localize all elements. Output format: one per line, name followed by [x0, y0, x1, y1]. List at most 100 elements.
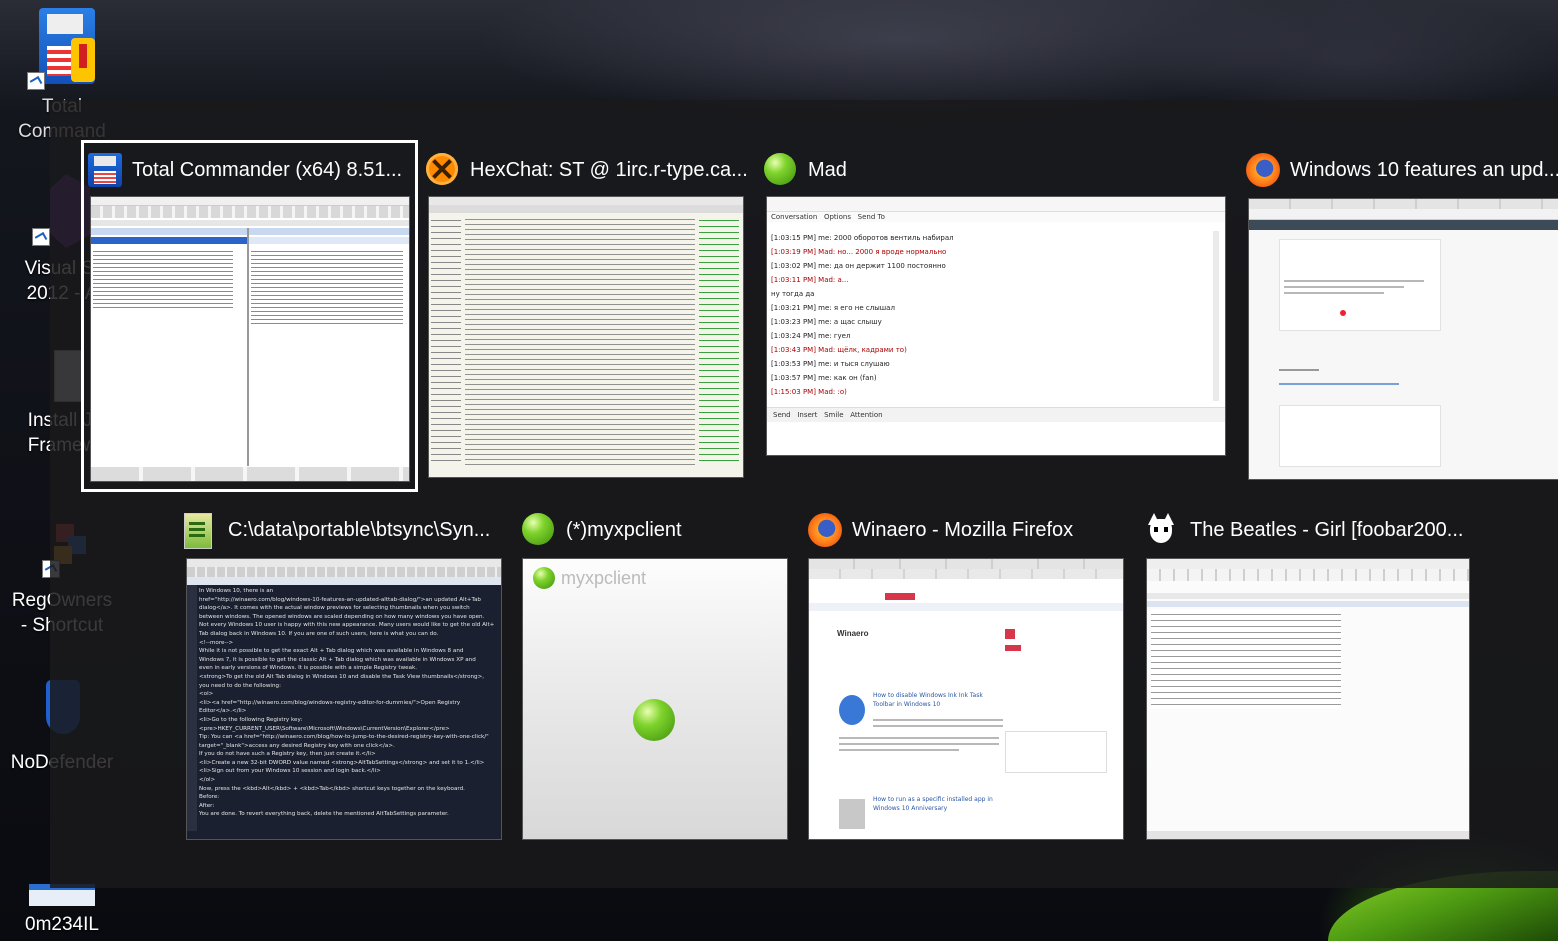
foobar-icon [1146, 513, 1180, 547]
chat-menu-bar: Conversation Options Send To [767, 212, 1225, 222]
chat-message: [1:03:02 PM] me: да он держит 1100 посто… [771, 262, 946, 270]
window-thumbnail: Winaero How to disable Windows Ink Ink T… [808, 558, 1124, 840]
task-switcher: Total Commander (x64) 8.51... HexChat: S… [50, 100, 1558, 888]
chat-input[interactable] [767, 423, 1225, 453]
window-tile-hexchat[interactable]: HexChat: ST @ 1irc.r-type.ca... [426, 148, 748, 488]
editor-line: In Windows 10, there is an [199, 588, 274, 594]
smile-button[interactable]: Smile [824, 411, 843, 419]
window-tile-total-commander[interactable]: Total Commander (x64) 8.51... [88, 148, 410, 488]
window-thumbnail: In Windows 10, there is an href="http://… [186, 558, 502, 840]
desktop-icon-screenshot[interactable]: 0m234IL [8, 882, 116, 937]
chat-message: [1:03:24 PM] me: гуел [771, 332, 851, 340]
editor-line: <strong>To get the old Alt Tab dialog in… [199, 673, 485, 680]
total-commander-icon [27, 8, 97, 90]
editor-line: Windows 7, it is possible to get the cla… [199, 656, 476, 663]
editor-line: Tab dialog back in Windows 10. If you ar… [199, 630, 439, 637]
chat-message: [1:15:03 PM] Mad: :о) [771, 388, 847, 396]
chat-message: [1:03:11 PM] Mad: а... [771, 276, 849, 284]
send-button[interactable]: Send [773, 411, 791, 419]
chat-message: [1:03:19 PM] Mad: но... 2000 я вроде нор… [771, 248, 947, 256]
editor-line: While it is not possible to get the exac… [199, 648, 464, 655]
editor-line: even in early versions of Windows. It is… [199, 665, 418, 672]
green-ball-icon [522, 513, 556, 547]
green-ball-icon [764, 153, 798, 187]
window-thumbnail [90, 196, 410, 482]
chat-toolbar: Send Insert Smile Attention [767, 407, 1225, 422]
winaero-site-title: Winaero [837, 629, 869, 638]
window-title-bar: The Beatles - Girl [foobar200... [1146, 508, 1463, 552]
chat-message: [1:03:43 PM] Mad: щёлк, кадрами то) [771, 346, 907, 354]
editor-line: <li>Create a new 32-bit DWORD value name… [199, 759, 485, 766]
chat-message: ну тогда да [771, 290, 815, 298]
window-tile-winaero[interactable]: Winaero - Mozilla Firefox Winaero How to… [808, 508, 1128, 848]
article-link[interactable]: How to run as a specific installed app i… [873, 795, 1003, 813]
notepad-icon [184, 513, 218, 549]
article-link[interactable]: How to disable Windows Ink Ink Task Tool… [873, 691, 983, 709]
desktop-icon-label-line1: 0m234IL [25, 914, 99, 935]
floppy-disk-icon [88, 153, 122, 187]
editor-line: target="_blank">access any desired Regis… [199, 742, 395, 749]
insert-button[interactable]: Insert [797, 411, 817, 419]
window-tile-myxpclient[interactable]: (*)myxpclient myxpclient [522, 508, 790, 848]
window-title: Mad [808, 158, 847, 181]
firefox-icon [1246, 153, 1280, 187]
editor-line: If you do not have such a Registry key, … [199, 751, 376, 758]
editor-line: <li>Sign out from your Windows 10 sessio… [199, 768, 381, 775]
firefox-icon [808, 513, 842, 547]
window-thumbnail [1146, 558, 1470, 840]
chat-message: [1:03:21 PM] me: я его не слышал [771, 304, 895, 312]
menu-options[interactable]: Options [824, 213, 851, 221]
window-thumbnail: Conversation Options Send To [1:03:15 PM… [766, 196, 1226, 456]
window-thumbnail [1248, 198, 1558, 480]
window-title: Total Commander (x64) 8.51... [132, 158, 403, 181]
window-thumbnail [428, 196, 744, 478]
window-title: HexChat: ST @ 1irc.r-type.ca... [470, 158, 748, 181]
menu-conversation[interactable]: Conversation [771, 213, 817, 221]
window-title-bar: Windows 10 features an upd... [1246, 148, 1558, 192]
window-title-bar: Mad [764, 148, 847, 192]
window-title: Winaero - Mozilla Firefox [852, 518, 1074, 541]
window-title-bar: Winaero - Mozilla Firefox [808, 508, 1073, 552]
window-title-bar: (*)myxpclient [522, 508, 682, 552]
editor-line: Editor</a>.</li> [199, 708, 247, 715]
editor-line: between windows. The opened windows are … [199, 613, 485, 620]
window-tile-foobar[interactable]: The Beatles - Girl [foobar200... [1146, 508, 1470, 848]
editor-line: Tip: You can <a href="http://winaero.com… [199, 734, 489, 741]
editor-line: Not every Windows 10 user is happy with … [199, 622, 495, 629]
chat-scrollbar[interactable] [1213, 231, 1219, 401]
editor-line: href="http://winaero.com/blog/windows-10… [199, 596, 481, 603]
attention-button[interactable]: Attention [850, 411, 882, 419]
editor-line: you need to do the following: [199, 682, 281, 689]
editor-line: You are done. To revert everything back,… [199, 811, 449, 818]
myxpclient-label: myxpclient [561, 567, 647, 588]
window-title: (*)myxpclient [566, 518, 682, 541]
window-title: Windows 10 features an upd... [1290, 158, 1558, 181]
editor-line: <pre>HKEY_CURRENT_USER\Software\Microsof… [199, 725, 450, 732]
window-tile-editor[interactable]: C:\data\portable\btsync\Syn... In Window… [184, 508, 504, 848]
editor-line: <!--more--> [199, 639, 234, 646]
myxpclient-header: myxpclient [533, 567, 646, 589]
window-title-bar: Total Commander (x64) 8.51... [88, 148, 402, 192]
menu-send-to[interactable]: Send To [858, 213, 885, 221]
editor-text[interactable]: In Windows 10, there is an href="http://… [199, 587, 497, 829]
green-ball-icon [533, 567, 555, 589]
editor-line: <li>Go to the following Registry key: [199, 716, 303, 723]
chat-message: [1:03:53 PM] me: и тыся слушаю [771, 360, 890, 368]
hexchat-icon [426, 153, 460, 187]
editor-line: <li><a href="http://winaero.com/blog/win… [199, 699, 461, 706]
chat-message: [1:03:57 PM] me: как он (fan) [771, 374, 877, 382]
chat-log: [1:03:15 PM] me: 2000 оборотов вентиль н… [771, 231, 1211, 403]
window-tile-mad[interactable]: Mad Conversation Options Send To [1:03:1… [764, 148, 1228, 488]
window-thumbnail: myxpclient [522, 558, 788, 840]
green-ball-icon [633, 699, 675, 741]
editor-line: dialog</a>. It comes with the actual win… [199, 605, 470, 612]
window-title: C:\data\portable\btsync\Syn... [228, 518, 491, 541]
editor-line: </ol> [199, 777, 216, 784]
window-title-bar: HexChat: ST @ 1irc.r-type.ca... [426, 148, 748, 192]
window-title-bar: C:\data\portable\btsync\Syn... [184, 508, 490, 552]
window-title: The Beatles - Girl [foobar200... [1190, 518, 1464, 541]
editor-line: After: [199, 802, 215, 809]
window-tile-firefox-article[interactable]: Windows 10 features an upd... [1246, 148, 1558, 488]
editor-line: Now, press the <kbd>Alt</kbd> + <kbd>Tab… [199, 785, 465, 792]
editor-line: Before: [199, 794, 220, 801]
